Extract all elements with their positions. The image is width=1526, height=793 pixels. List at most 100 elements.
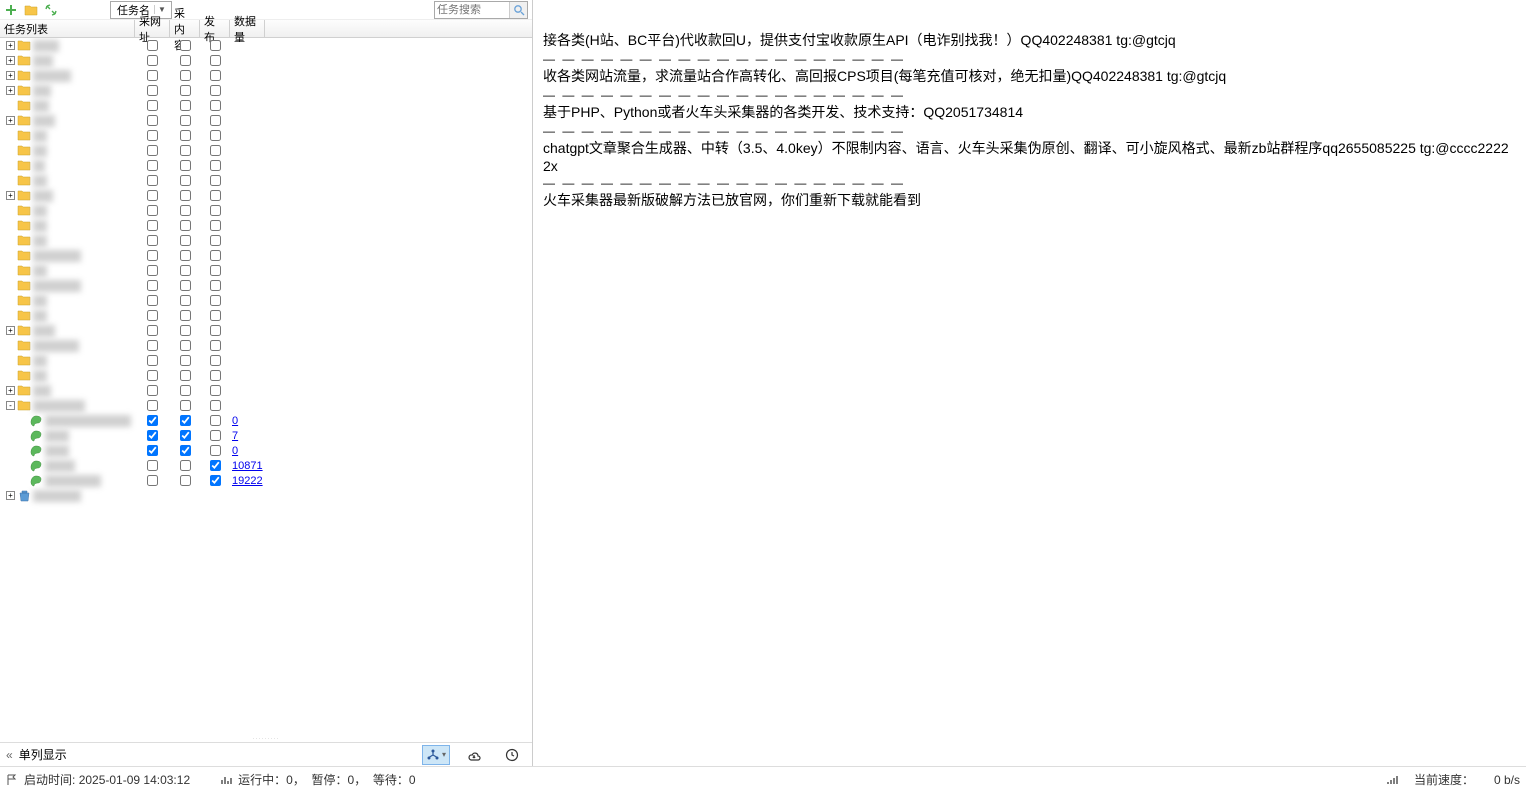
collect-url-checkbox[interactable]	[147, 220, 158, 231]
add-icon[interactable]	[4, 3, 18, 17]
collect-content-checkbox[interactable]	[180, 130, 191, 141]
collect-url-checkbox[interactable]	[147, 70, 158, 81]
publish-checkbox[interactable]	[210, 235, 221, 246]
collect-url-checkbox[interactable]	[147, 160, 158, 171]
tree-row[interactable]: +	[0, 38, 532, 53]
publish-checkbox[interactable]	[210, 310, 221, 321]
expander-icon[interactable]: +	[6, 56, 15, 65]
tree-row[interactable]	[0, 368, 532, 383]
tree-row[interactable]: +	[0, 113, 532, 128]
tree-row[interactable]: +	[0, 383, 532, 398]
collect-url-checkbox[interactable]	[147, 130, 158, 141]
collect-url-checkbox[interactable]	[147, 40, 158, 51]
publish-checkbox[interactable]	[210, 265, 221, 276]
tree-row[interactable]	[0, 218, 532, 233]
tree-row[interactable]	[0, 248, 532, 263]
collect-url-checkbox[interactable]	[147, 370, 158, 381]
collect-url-checkbox[interactable]	[147, 85, 158, 96]
col-header-name[interactable]: 任务列表	[0, 20, 135, 37]
expander-icon[interactable]: +	[6, 116, 15, 125]
col-header-url[interactable]: 采网址	[135, 20, 170, 37]
collect-url-checkbox[interactable]	[147, 115, 158, 126]
collect-url-checkbox[interactable]	[147, 430, 158, 441]
publish-checkbox[interactable]	[210, 340, 221, 351]
tree-row[interactable]	[0, 338, 532, 353]
data-count-link[interactable]: 7	[232, 430, 238, 442]
expander-icon[interactable]: +	[6, 41, 15, 50]
collect-url-checkbox[interactable]	[147, 475, 158, 486]
tree-row[interactable]	[0, 173, 532, 188]
tree-row[interactable]	[0, 128, 532, 143]
tree-row[interactable]: +	[0, 188, 532, 203]
collect-content-checkbox[interactable]	[180, 220, 191, 231]
collect-content-checkbox[interactable]	[180, 190, 191, 201]
publish-checkbox[interactable]	[210, 295, 221, 306]
publish-checkbox[interactable]	[210, 400, 221, 411]
publish-checkbox[interactable]	[210, 475, 221, 486]
expander-icon[interactable]: +	[6, 491, 15, 500]
collect-content-checkbox[interactable]	[180, 265, 191, 276]
tree-row[interactable]	[0, 293, 532, 308]
cloud-download-icon[interactable]	[460, 745, 488, 765]
collect-url-checkbox[interactable]	[147, 145, 158, 156]
tree-row[interactable]: -	[0, 398, 532, 413]
collapse-icon[interactable]: «	[6, 748, 13, 762]
refresh-icon[interactable]	[44, 3, 58, 17]
collect-url-checkbox[interactable]	[147, 175, 158, 186]
collect-content-checkbox[interactable]	[180, 445, 191, 456]
tree-row[interactable]	[0, 278, 532, 293]
tree-row[interactable]	[0, 353, 532, 368]
publish-checkbox[interactable]	[210, 145, 221, 156]
collect-content-checkbox[interactable]	[180, 175, 191, 186]
data-count-link[interactable]: 10871	[232, 460, 263, 472]
publish-checkbox[interactable]	[210, 115, 221, 126]
publish-checkbox[interactable]	[210, 430, 221, 441]
collect-url-checkbox[interactable]	[147, 190, 158, 201]
data-count-link[interactable]: 0	[232, 415, 238, 427]
expander-icon[interactable]: -	[6, 401, 15, 410]
tree-row[interactable]	[0, 203, 532, 218]
collect-content-checkbox[interactable]	[180, 115, 191, 126]
collect-url-checkbox[interactable]	[147, 460, 158, 471]
collect-content-checkbox[interactable]	[180, 280, 191, 291]
tree-row[interactable]: +	[0, 68, 532, 83]
publish-checkbox[interactable]	[210, 160, 221, 171]
tree-row[interactable]: 7	[0, 428, 532, 443]
expander-icon[interactable]: +	[6, 191, 15, 200]
collect-content-checkbox[interactable]	[180, 475, 191, 486]
collect-url-checkbox[interactable]	[147, 445, 158, 456]
collect-content-checkbox[interactable]	[180, 400, 191, 411]
collect-content-checkbox[interactable]	[180, 40, 191, 51]
collect-url-checkbox[interactable]	[147, 100, 158, 111]
col-header-content[interactable]: 采内容	[170, 20, 200, 37]
tree-row[interactable]	[0, 263, 532, 278]
collect-url-checkbox[interactable]	[147, 295, 158, 306]
tree-row[interactable]: 10871	[0, 458, 532, 473]
publish-checkbox[interactable]	[210, 220, 221, 231]
collect-content-checkbox[interactable]	[180, 325, 191, 336]
tree-row[interactable]: +	[0, 323, 532, 338]
expander-icon[interactable]: +	[6, 86, 15, 95]
collect-content-checkbox[interactable]	[180, 145, 191, 156]
col-header-data[interactable]: 数据量	[230, 20, 265, 37]
publish-checkbox[interactable]	[210, 460, 221, 471]
search-button[interactable]	[509, 2, 527, 18]
publish-checkbox[interactable]	[210, 70, 221, 81]
tree-row[interactable]: +	[0, 83, 532, 98]
collect-content-checkbox[interactable]	[180, 385, 191, 396]
publish-checkbox[interactable]	[210, 355, 221, 366]
publish-checkbox[interactable]	[210, 175, 221, 186]
publish-checkbox[interactable]	[210, 40, 221, 51]
network-icon[interactable]	[422, 745, 450, 765]
tree-row[interactable]	[0, 158, 532, 173]
collect-content-checkbox[interactable]	[180, 55, 191, 66]
collect-url-checkbox[interactable]	[147, 400, 158, 411]
collect-content-checkbox[interactable]	[180, 340, 191, 351]
publish-checkbox[interactable]	[210, 205, 221, 216]
collect-url-checkbox[interactable]	[147, 415, 158, 426]
tree-row[interactable]: +	[0, 53, 532, 68]
publish-checkbox[interactable]	[210, 85, 221, 96]
collect-content-checkbox[interactable]	[180, 295, 191, 306]
collect-content-checkbox[interactable]	[180, 205, 191, 216]
expander-icon[interactable]: +	[6, 386, 15, 395]
